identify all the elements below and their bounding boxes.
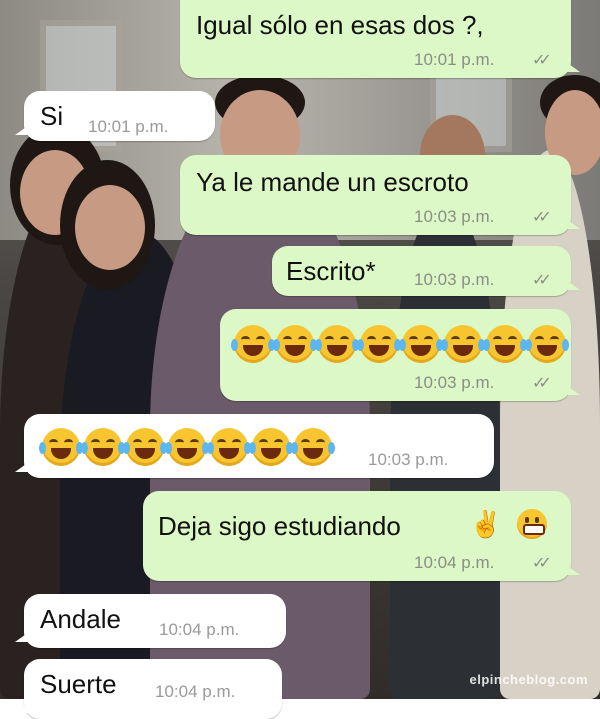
tears-of-joy-emoji-icon: [231, 325, 275, 363]
message-timestamp: 10:03 p.m.: [414, 270, 495, 289]
read-receipt-double-check-icon: ✓✓: [532, 209, 552, 226]
read-receipt-double-check-icon: ✓✓: [532, 272, 552, 289]
outgoing-message-bubble[interactable]: Ya le mande un escroto 10:03 p.m. ✓✓: [180, 155, 580, 235]
tears-of-joy-emoji-icon: [81, 428, 125, 466]
message-timestamp: 10:03 p.m.: [368, 450, 449, 469]
message-text: Escrito*: [286, 256, 376, 286]
message-timestamp: 10:01 p.m.: [88, 117, 169, 136]
victory-hand-emoji-icon: ✌: [469, 508, 503, 539]
tears-of-joy-emoji-icon: [483, 325, 527, 363]
message-text: Andale: [40, 604, 121, 634]
message-text: Suerte: [40, 669, 117, 699]
tears-of-joy-emoji-icon: [357, 325, 401, 363]
tears-of-joy-emoji-icon: [315, 325, 359, 363]
site-watermark: elpincheblog.com: [469, 672, 588, 687]
message-timestamp: 10:01 p.m.: [414, 50, 495, 69]
message-text: Ya le mande un escroto: [196, 167, 469, 197]
tears-of-joy-emoji-icon: [291, 428, 335, 466]
message-timestamp: 10:04 p.m.: [155, 682, 236, 701]
tears-of-joy-emoji-icon: [249, 428, 293, 466]
outgoing-message-bubble[interactable]: Igual sólo en esas dos ?, 10:01 p.m. ✓✓: [180, 0, 580, 78]
read-receipt-double-check-icon: ✓✓: [532, 52, 552, 69]
tears-of-joy-emoji-icon: [525, 325, 569, 363]
tears-of-joy-emoji-icon: [273, 325, 317, 363]
message-text: Si: [40, 101, 64, 131]
read-receipt-double-check-icon: ✓✓: [532, 555, 552, 572]
message-timestamp: 10:04 p.m.: [414, 553, 495, 572]
tears-of-joy-emoji-icon: [39, 428, 83, 466]
grinning-face-emoji-icon: [517, 509, 547, 539]
tears-of-joy-emoji-icon: [441, 325, 485, 363]
tears-of-joy-emoji-icon: [207, 428, 251, 466]
emoji-row: [231, 325, 569, 363]
tears-of-joy-emoji-icon: [123, 428, 167, 466]
message-text: Deja sigo estudiando: [158, 511, 401, 541]
tears-of-joy-emoji-icon: [165, 428, 209, 466]
message-timestamp: 10:03 p.m.: [414, 373, 495, 392]
outgoing-message-bubble[interactable]: Deja sigo estudiando ✌ 10:04 p.m. ✓✓: [143, 491, 580, 581]
outgoing-emoji-message-bubble[interactable]: 10:03 p.m. ✓✓: [220, 309, 580, 401]
message-timestamp: 10:03 p.m.: [414, 207, 495, 226]
incoming-message-bubble[interactable]: Si 10:01 p.m.: [15, 91, 215, 141]
emoji-row: [39, 428, 335, 466]
message-text: Igual sólo en esas dos ?,: [196, 10, 484, 40]
message-timestamp: 10:04 p.m.: [159, 620, 240, 639]
incoming-emoji-message-bubble[interactable]: 10:03 p.m.: [15, 414, 494, 478]
outgoing-message-bubble[interactable]: Escrito* 10:03 p.m. ✓✓: [272, 246, 580, 296]
read-receipt-double-check-icon: ✓✓: [532, 375, 552, 392]
incoming-message-bubble[interactable]: Andale 10:04 p.m.: [15, 594, 286, 648]
incoming-message-bubble[interactable]: Suerte 10:04 p.m.: [15, 659, 282, 719]
tears-of-joy-emoji-icon: [399, 325, 443, 363]
